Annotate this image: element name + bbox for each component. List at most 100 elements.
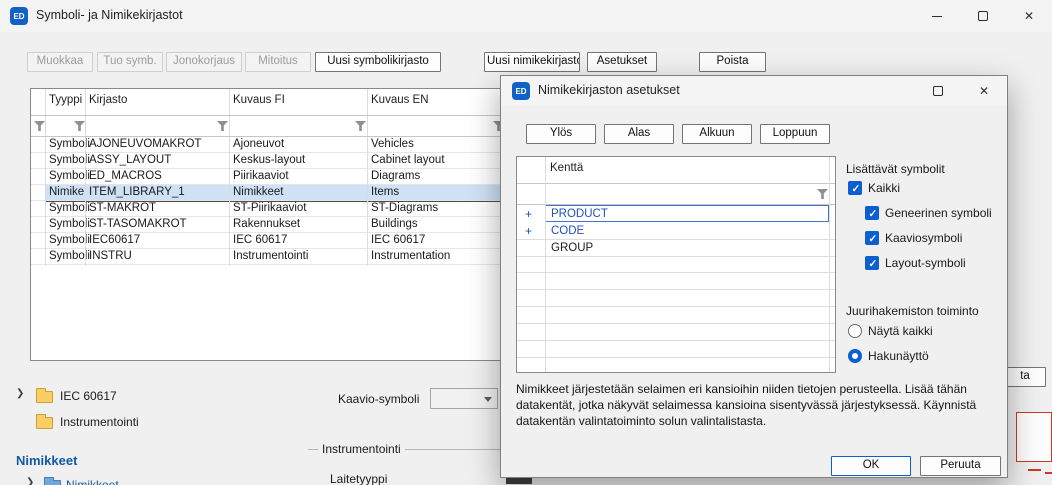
- cell-library: IEC60617: [89, 233, 140, 248]
- cell-library: AJONEUVOMAKROT: [89, 137, 201, 152]
- filter-icon[interactable]: [355, 121, 366, 131]
- close-button[interactable]: [961, 76, 1007, 106]
- cell-description-fi: Rakennukset: [233, 217, 300, 232]
- tree-item-nimikkeet[interactable]: Nimikkeet: [66, 478, 119, 485]
- gridline: [545, 157, 546, 372]
- checkbox-geneerinen-symboli[interactable]: Geneerinen symboli: [865, 206, 1015, 222]
- column-header-kuvaus-fi[interactable]: Kuvaus FI: [233, 94, 285, 106]
- checkbox-label: Layout-symboli: [885, 256, 966, 271]
- asetukset-button[interactable]: Asetukset: [587, 52, 657, 72]
- tuo-symb-button[interactable]: Tuo symb.: [97, 52, 163, 72]
- gridline: [829, 157, 830, 372]
- poista-button[interactable]: Poista: [699, 52, 766, 72]
- field-row-product[interactable]: PRODUCT: [551, 206, 608, 222]
- expander-icon[interactable]: [26, 477, 34, 485]
- radio-nayta-kaikki[interactable]: Näytä kaikki: [848, 324, 998, 340]
- empty-rows: [517, 256, 835, 372]
- folder-icon: [44, 480, 61, 485]
- radio-hakunaytto[interactable]: Hakunäyttö: [848, 349, 998, 365]
- app-icon: ED: [10, 7, 28, 25]
- preview-fragment: [1045, 472, 1052, 474]
- cell-description-fi: IEC 60617: [233, 233, 287, 248]
- filter-icon[interactable]: [817, 189, 828, 199]
- jonokorjaus-button[interactable]: Jonokorjaus: [166, 52, 242, 72]
- radio-label: Hakunäyttö: [868, 349, 929, 364]
- ok-button[interactable]: OK: [831, 456, 911, 476]
- cell-library: ST-MAKROT: [89, 201, 156, 216]
- maximize-button[interactable]: [960, 0, 1006, 32]
- instrumentointi-group-label: Instrumentointi: [318, 442, 405, 456]
- radio-icon[interactable]: [848, 349, 862, 363]
- peruuta-button[interactable]: Peruuta: [920, 456, 1001, 476]
- minimize-button[interactable]: [914, 0, 960, 32]
- cell-description-en: Vehicles: [371, 137, 414, 152]
- filter-icon[interactable]: [74, 121, 85, 131]
- lisattavat-symbolit-label: Lisättävät symbolit: [846, 162, 945, 176]
- obscured-fragment: [506, 478, 532, 484]
- cell-description-en: ST-Diagrams: [371, 201, 438, 216]
- dialog-nimikekirjaston-asetukset: ED Nimikekirjaston asetukset Ylös Alas A…: [500, 75, 1008, 478]
- expand-marker[interactable]: +: [525, 223, 532, 239]
- gridline: [517, 204, 835, 205]
- cell-library: ITEM_LIBRARY_1: [89, 185, 185, 200]
- loppuun-button[interactable]: Loppuun: [760, 124, 830, 144]
- checkbox-icon[interactable]: [865, 231, 879, 245]
- minimize-icon: [932, 16, 942, 17]
- column-header-kirjasto[interactable]: Kirjasto: [89, 94, 127, 106]
- alkuun-button[interactable]: Alkuun: [682, 124, 752, 144]
- gridline: [517, 183, 835, 184]
- cell-description-en: Diagrams: [371, 169, 420, 184]
- title-bar[interactable]: ED Symboli- ja Nimikekirjastot: [0, 0, 1052, 32]
- radio-icon[interactable]: [848, 324, 862, 338]
- filter-icon[interactable]: [217, 121, 228, 131]
- maximize-button[interactable]: [915, 76, 961, 106]
- expander-icon[interactable]: [16, 388, 24, 399]
- uusi-nimikekirjasto-button[interactable]: Uusi nimikekirjasto: [484, 52, 580, 72]
- cell-description-en: Items: [371, 185, 399, 200]
- juurihakemiston-toiminto-label: Juurihakemiston toiminto: [846, 304, 979, 318]
- close-button[interactable]: [1006, 0, 1052, 32]
- app-window: ED Symboli- ja Nimikekirjastot Muokkaa T…: [0, 0, 1052, 485]
- cell-library: ASSY_LAYOUT: [89, 153, 171, 168]
- kaavio-symboli-dropdown[interactable]: [430, 388, 498, 409]
- cell-type: Symboli: [49, 169, 90, 184]
- cell-description-fi: Ajoneuvot: [233, 137, 284, 152]
- cell-description-fi: Piirikaaviot: [233, 169, 289, 184]
- cell-description-fi: Instrumentointi: [233, 249, 308, 264]
- cell-type: Symboli: [49, 233, 90, 248]
- filter-icon[interactable]: [34, 121, 45, 131]
- preview-fragment: [1016, 412, 1052, 462]
- checkbox-kaikki[interactable]: Kaikki: [848, 181, 998, 197]
- preview-fragment: [1028, 469, 1041, 471]
- field-row-code[interactable]: CODE: [551, 223, 584, 239]
- gridline: [517, 256, 835, 257]
- checkbox-icon[interactable]: [865, 256, 879, 270]
- checkbox-kaaviosymboli[interactable]: Kaaviosymboli: [865, 231, 1015, 247]
- cell-description-fi: Nimikkeet: [233, 185, 283, 200]
- partial-button[interactable]: ta: [1004, 367, 1046, 387]
- cell-library: ED_MACROS: [89, 169, 162, 184]
- uusi-symbolikirjasto-button[interactable]: Uusi symbolikirjasto: [315, 52, 441, 72]
- column-header-kentta[interactable]: Kenttä: [550, 162, 583, 174]
- column-header-tyyppi[interactable]: Tyyppi: [49, 94, 82, 106]
- kaavio-symboli-label: Kaavio-symboli: [338, 392, 419, 406]
- checkbox-layout-symboli[interactable]: Layout-symboli: [865, 256, 1015, 272]
- tree-item-iec-60617[interactable]: IEC 60617: [60, 389, 117, 403]
- checkbox-icon[interactable]: [848, 181, 862, 195]
- cell-library: INSTRU: [89, 249, 132, 264]
- column-header-kuvaus-en[interactable]: Kuvaus EN: [371, 94, 429, 106]
- folder-icon: [36, 391, 53, 403]
- tree-item-instrumentointi[interactable]: Instrumentointi: [60, 415, 139, 429]
- cell-description-en: IEC 60617: [371, 233, 425, 248]
- muokkaa-button[interactable]: Muokkaa: [27, 52, 93, 72]
- cell-description-en: Instrumentation: [371, 249, 450, 264]
- app-icon: ED: [512, 82, 530, 100]
- expand-marker[interactable]: +: [525, 206, 532, 222]
- mitoitus-button[interactable]: Mitoitus: [245, 52, 311, 72]
- field-row-group[interactable]: GROUP: [551, 240, 593, 256]
- cell-description-en: Cabinet layout: [371, 153, 445, 168]
- alas-button[interactable]: Alas: [604, 124, 674, 144]
- ylos-button[interactable]: Ylös: [526, 124, 596, 144]
- checkbox-icon[interactable]: [865, 206, 879, 220]
- dialog-title-bar[interactable]: ED Nimikekirjaston asetukset: [501, 76, 1007, 106]
